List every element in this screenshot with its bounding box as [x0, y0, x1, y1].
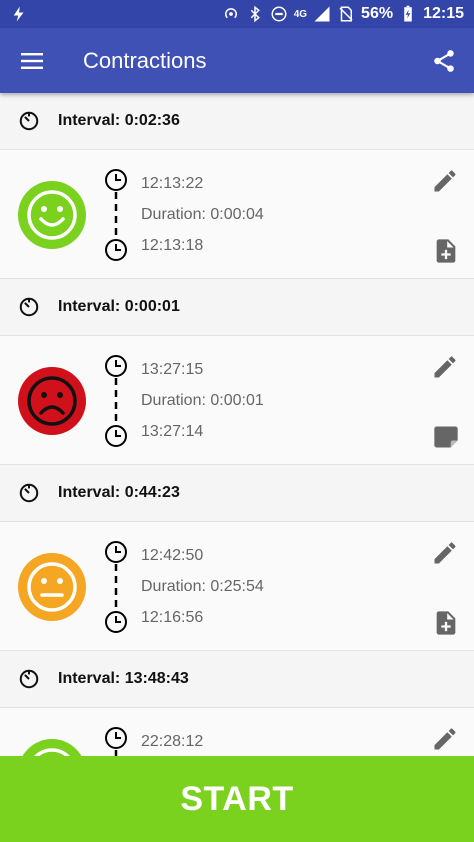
interval-text: Interval: 0:00:01 [58, 298, 180, 315]
share-icon [434, 49, 454, 72]
interval-text: Interval: 0:44:23 [58, 484, 180, 501]
timer-icon [19, 669, 39, 689]
page-title: Contractions [83, 47, 207, 73]
no-sim-icon [339, 6, 353, 22]
edit-icon[interactable] [431, 167, 459, 195]
interval-row: Interval: 0:02:36 [0, 93, 474, 150]
network-type: 4G [293, 8, 308, 20]
clock: 12:15 [423, 5, 464, 22]
end-time: 12:13:18 [141, 237, 204, 254]
note-add-icon[interactable] [432, 237, 460, 265]
smiley-sad-icon [18, 367, 86, 435]
start-button[interactable]: START [0, 756, 474, 842]
duration: Duration: 0:00:01 [141, 392, 264, 409]
interval-text: Interval: 0:02:36 [58, 112, 180, 129]
note-add-icon[interactable] [432, 609, 460, 637]
signal-icon [314, 6, 330, 22]
contraction-list[interactable]: Interval: 0:02:36 12:13:22 Duration: 0:0… [0, 93, 474, 756]
smiley-happy-icon [18, 181, 86, 249]
timeline [105, 355, 127, 447]
end-time: 13:27:14 [141, 423, 204, 440]
contraction-card[interactable]: 22:28:12 [0, 708, 474, 756]
do-not-disturb-icon [271, 6, 287, 22]
start-time: 22:28:12 [141, 733, 204, 750]
timeline [105, 727, 127, 756]
start-time: 12:13:22 [141, 175, 204, 192]
contraction-card[interactable]: 13:27:15 Duration: 0:00:01 13:27:14 [0, 336, 474, 465]
menu-button[interactable] [0, 28, 64, 93]
battery-level: 56% [361, 5, 394, 22]
timeline [105, 169, 127, 261]
timer-icon [19, 483, 39, 503]
edit-icon[interactable] [431, 539, 459, 567]
interval-row: Interval: 13:48:43 [0, 651, 474, 708]
start-time: 12:42:50 [141, 547, 204, 564]
note-icon[interactable] [432, 423, 460, 451]
start-time: 13:27:15 [141, 361, 204, 378]
contraction-card[interactable]: 12:42:50 Duration: 0:25:54 12:16:56 [0, 522, 474, 651]
smiley-neutral-icon [18, 553, 86, 621]
timer-icon [19, 297, 39, 317]
edit-icon[interactable] [431, 353, 459, 381]
interval-row: Interval: 0:00:01 [0, 279, 474, 336]
duration: Duration: 0:25:54 [141, 578, 264, 595]
bluetooth-icon [250, 5, 260, 23]
smiley-happy-icon [22, 739, 82, 756]
edit-icon[interactable] [431, 725, 459, 753]
contraction-card[interactable]: 12:13:22 Duration: 0:00:04 12:13:18 [0, 150, 474, 279]
status-bar: 4G 56% 12:15 [0, 0, 474, 28]
share-button[interactable] [414, 28, 474, 93]
app-bar: Contractions [0, 28, 474, 93]
interval-text: Interval: 13:48:43 [58, 670, 189, 687]
duration: Duration: 0:00:04 [141, 206, 264, 223]
flash-icon [13, 6, 24, 22]
menu-icon [21, 52, 43, 69]
battery-charging-icon [404, 5, 412, 22]
timeline [105, 541, 127, 633]
hotspot-icon [224, 8, 237, 19]
timer-icon [19, 111, 39, 131]
interval-row: Interval: 0:44:23 [0, 465, 474, 522]
end-time: 12:16:56 [141, 609, 204, 626]
